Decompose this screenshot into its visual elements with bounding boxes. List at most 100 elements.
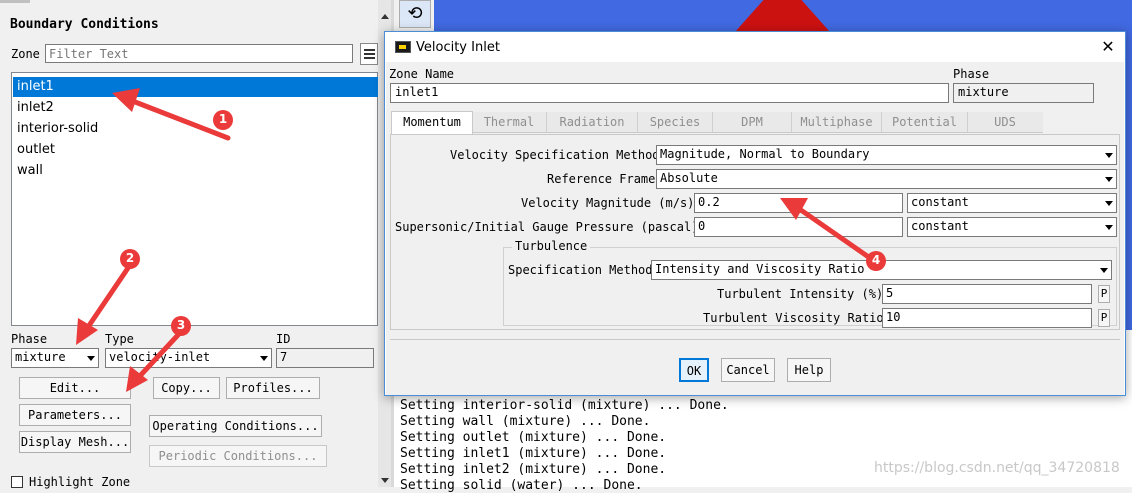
boundary-conditions-panel: Boundary Conditions Zone inlet1 inlet2 i…: [0, 0, 391, 489]
scroll-down-icon[interactable]: [381, 478, 389, 483]
scroll-up-icon[interactable]: [381, 14, 389, 19]
dialog-body: Zone Name inlet1 Phase mixture Momentum …: [386, 62, 1124, 395]
velocity-spec-label: Velocity Specification Method: [450, 148, 660, 162]
chevron-down-icon: [87, 356, 95, 361]
gauge-pressure-label: Supersonic/Initial Gauge Pressure (pasca…: [395, 220, 699, 234]
turb-intensity-param-button[interactable]: P: [1098, 285, 1110, 303]
cancel-button[interactable]: Cancel: [721, 358, 775, 382]
gauge-pressure-field[interactable]: 0: [694, 217, 903, 237]
annotation-label-4: 4: [871, 253, 881, 267]
type-label: Type: [105, 332, 134, 346]
panel-title: Boundary Conditions: [10, 17, 159, 32]
momentum-panel: Velocity Specification Method Magnitude,…: [390, 134, 1120, 330]
phase-label: Phase: [953, 67, 990, 81]
velocity-magnitude-profile-select[interactable]: constant: [907, 193, 1117, 213]
turb-spec-label: Specification Method: [508, 263, 653, 277]
console-line: Setting wall (mixture) ... Done.: [400, 414, 651, 429]
type-select-value: velocity-inlet: [109, 350, 211, 364]
dialog-app-icon: [395, 41, 411, 53]
parameters-button[interactable]: Parameters...: [19, 404, 131, 426]
tab-multiphase[interactable]: Multiphase: [792, 112, 882, 132]
velocity-magnitude-label: Velocity Magnitude (m/s): [521, 196, 695, 210]
phase-field: mixture: [953, 83, 1094, 103]
chevron-down-icon: [260, 356, 268, 361]
console-line: Setting outlet (mixture) ... Done.: [400, 430, 667, 445]
zone-item-interior-solid[interactable]: interior-solid: [14, 119, 98, 139]
edit-button[interactable]: Edit...: [19, 377, 131, 399]
filter-menu-button[interactable]: [360, 43, 378, 65]
tab-dpm[interactable]: DPM: [713, 112, 792, 132]
velocity-spec-value: Magnitude, Normal to Boundary: [660, 147, 870, 161]
zone-item-wall[interactable]: wall: [14, 161, 43, 181]
zone-item-inlet2[interactable]: inlet2: [14, 98, 54, 118]
panel-top-edge: [0, 0, 30, 3]
id-label: ID: [276, 332, 291, 346]
refresh-icon: ⟲: [407, 3, 423, 24]
tab-uds[interactable]: UDS: [968, 112, 1042, 132]
chevron-down-icon: [1105, 201, 1113, 206]
reference-frame-value: Absolute: [660, 171, 718, 185]
operating-conditions-button[interactable]: Operating Conditions...: [149, 415, 322, 437]
copy-button[interactable]: Copy...: [153, 377, 220, 399]
tab-momentum[interactable]: Momentum: [391, 111, 473, 134]
zone-item-outlet[interactable]: outlet: [14, 140, 55, 160]
zone-list[interactable]: inlet1 inlet2 interior-solid outlet wall: [11, 72, 378, 326]
reference-frame-select[interactable]: Absolute: [656, 169, 1117, 189]
phase-select-value: mixture: [15, 350, 66, 364]
chevron-down-icon: [1105, 177, 1113, 182]
display-mesh-button[interactable]: Display Mesh...: [19, 431, 131, 453]
console-line: Setting interior-solid (mixture) ... Don…: [400, 398, 729, 413]
console-line: Setting inlet2 (mixture) ... Done.: [400, 462, 667, 477]
list-filter-icon: [364, 49, 375, 51]
close-button[interactable]: ✕: [1095, 36, 1121, 58]
zone-item-inlet1[interactable]: inlet1: [14, 77, 54, 97]
annotation-label-1: 1: [218, 112, 228, 126]
gauge-pressure-profile-select[interactable]: constant: [907, 217, 1117, 237]
tab-thermal[interactable]: Thermal: [472, 112, 547, 132]
chevron-down-icon: [1105, 225, 1113, 230]
turb-spec-value: Intensity and Viscosity Ratio: [655, 262, 865, 276]
dialog-title: Velocity Inlet: [416, 40, 500, 55]
zone-label: Zone: [11, 47, 40, 61]
turb-viscosity-param-button[interactable]: P: [1098, 309, 1110, 327]
chevron-down-icon: [1100, 268, 1108, 273]
velocity-inlet-dialog: Velocity Inlet ✕ Zone Name inlet1 Phase …: [384, 31, 1126, 396]
console-line: Setting inlet1 (mixture) ... Done.: [400, 446, 667, 461]
zone-name-field[interactable]: inlet1: [390, 83, 949, 103]
ok-button[interactable]: OK: [679, 358, 709, 382]
help-button[interactable]: Help: [787, 358, 831, 382]
dialog-separator: [390, 339, 1120, 340]
velocity-profile-value: constant: [911, 195, 969, 209]
tab-species[interactable]: Species: [638, 112, 713, 132]
profiles-button[interactable]: Profiles...: [226, 377, 320, 399]
turb-intensity-label: Turbulent Intensity (%): [717, 287, 884, 301]
chevron-down-icon: [1105, 153, 1113, 158]
annotation-label-2: 2: [125, 251, 135, 265]
tab-radiation[interactable]: Radiation: [547, 112, 638, 132]
refresh-button[interactable]: ⟲: [399, 0, 431, 28]
console-line: Setting solid (water) ... Done.: [400, 478, 643, 493]
annotation-label-3: 3: [176, 318, 186, 332]
filter-input[interactable]: [45, 44, 353, 63]
phase-label: Phase: [11, 332, 48, 346]
velocity-magnitude-field[interactable]: 0.2: [694, 193, 903, 213]
id-field[interactable]: 7: [276, 348, 374, 368]
velocity-spec-select[interactable]: Magnitude, Normal to Boundary: [656, 145, 1117, 165]
highlight-zone-checkbox[interactable]: [11, 476, 23, 488]
turbulence-group: Turbulence Specification Method Intensit…: [503, 239, 1117, 328]
type-select[interactable]: velocity-inlet: [105, 348, 272, 368]
tab-potential[interactable]: Potential: [882, 112, 968, 132]
zone-name-label: Zone Name: [389, 67, 455, 81]
tab-bar: Momentum Thermal Radiation Species DPM M…: [391, 111, 1043, 134]
close-icon: ✕: [1101, 37, 1115, 56]
reference-frame-label: Reference Frame: [547, 172, 656, 186]
turb-viscosity-field[interactable]: 10: [882, 308, 1092, 328]
turb-intensity-field[interactable]: 5: [882, 284, 1092, 304]
periodic-conditions-button[interactable]: Periodic Conditions...: [149, 445, 327, 467]
phase-select[interactable]: mixture: [11, 348, 99, 368]
turbulence-group-label: Turbulence: [512, 239, 591, 253]
zone-selection-highlight: [13, 77, 378, 97]
watermark: https://blog.csdn.net/qq_34720818: [874, 460, 1120, 476]
pressure-profile-value: constant: [911, 219, 969, 233]
turb-viscosity-label: Turbulent Viscosity Ratio: [703, 311, 884, 325]
